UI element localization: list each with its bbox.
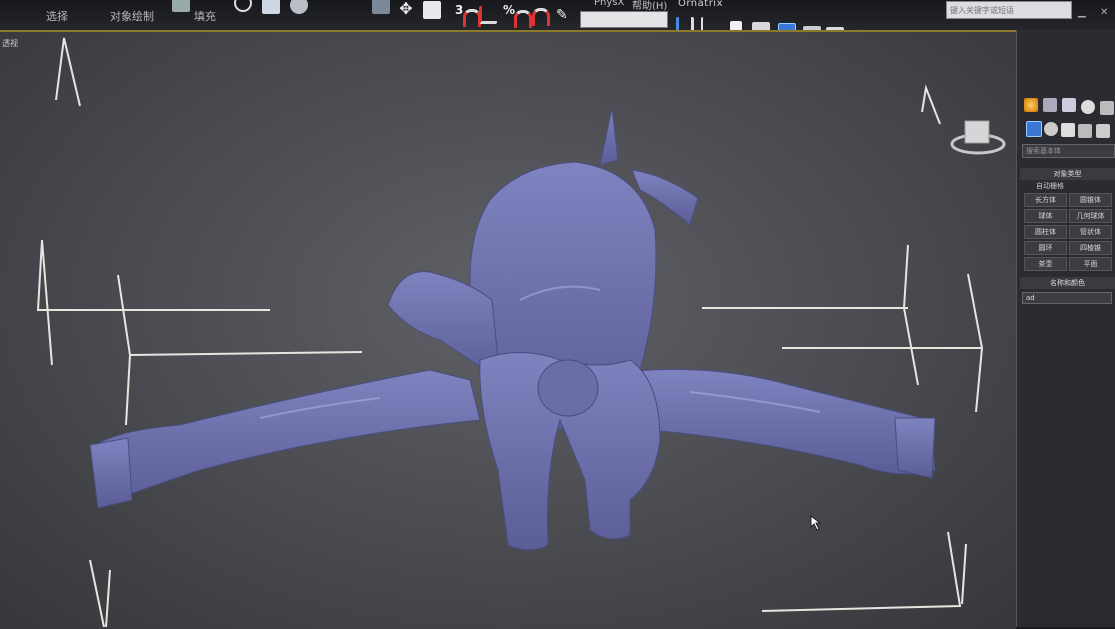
jacket-model[interactable] (89, 107, 936, 551)
object-type-rollout[interactable]: 对象类型 (1020, 168, 1115, 180)
minimize-icon[interactable]: ▁ (1078, 8, 1088, 18)
gizmo-right-inner (902, 244, 919, 386)
gizmo-left-axis (129, 351, 363, 356)
cylinder-button[interactable]: 圆柱体 (1024, 225, 1067, 239)
gizmo-left-inner (117, 274, 132, 426)
pyramid-button[interactable]: 四棱锥 (1069, 241, 1112, 255)
autogrid-checkbox[interactable]: 自动栅格 (1036, 181, 1064, 191)
jacket-strap-top (599, 107, 619, 166)
jacket-left-sleeve (94, 369, 481, 506)
jacket-left-cuff (89, 437, 133, 509)
viewport-scene (36, 37, 984, 627)
primitive-search-input[interactable]: 搜索基本体 (1022, 144, 1115, 158)
cone-button[interactable]: 圆锥体 (1069, 193, 1112, 207)
tube-button[interactable]: 管状体 (1069, 225, 1112, 239)
mouse-cursor-icon (810, 515, 822, 531)
cameras-icon[interactable] (1078, 124, 1092, 138)
gizmo-corner-top-left (55, 37, 81, 107)
lights-icon[interactable] (1061, 123, 1075, 137)
gizmo-corner-bottom-left-2 (105, 569, 111, 627)
name-color-rollout[interactable]: 名称和颜色 (1020, 277, 1115, 289)
jacket-right-cuff (894, 417, 936, 479)
jacket-cuff-opening (537, 359, 599, 417)
gizmo-corner-bottom-right-2 (961, 543, 967, 605)
gizmo-corner-bottom-right (761, 531, 962, 612)
close-icon[interactable]: ✕ (1100, 8, 1110, 18)
gizmo-corner-top-right (921, 84, 941, 125)
gizmo-left-outer (36, 239, 270, 366)
box-button[interactable]: 长方体 (1024, 193, 1067, 207)
hierarchy-tab-icon[interactable] (1062, 98, 1076, 112)
create-tab-icon[interactable] (1024, 98, 1038, 112)
motion-tab-icon[interactable] (1081, 100, 1095, 114)
torus-button[interactable]: 圆环 (1024, 241, 1067, 255)
modify-tab-icon[interactable] (1043, 98, 1057, 112)
gizmo-right-outer (967, 273, 984, 413)
geometry-icon[interactable] (1026, 121, 1042, 137)
display-tab-icon[interactable] (1100, 101, 1114, 115)
teapot-button[interactable]: 茶壶 (1024, 257, 1067, 271)
command-panel (1016, 30, 1115, 627)
object-name-field[interactable]: ad (1022, 292, 1112, 304)
shapes-icon[interactable] (1044, 122, 1058, 136)
plane-button[interactable]: 平面 (1069, 257, 1112, 271)
viewcube[interactable] (950, 118, 1006, 158)
geosphere-button[interactable]: 几何球体 (1069, 209, 1112, 223)
sphere-button[interactable]: 球体 (1024, 209, 1067, 223)
gizmo-corner-bottom-left (89, 559, 105, 627)
viewcube-box[interactable] (964, 120, 990, 144)
helpers-icon[interactable] (1096, 124, 1110, 138)
